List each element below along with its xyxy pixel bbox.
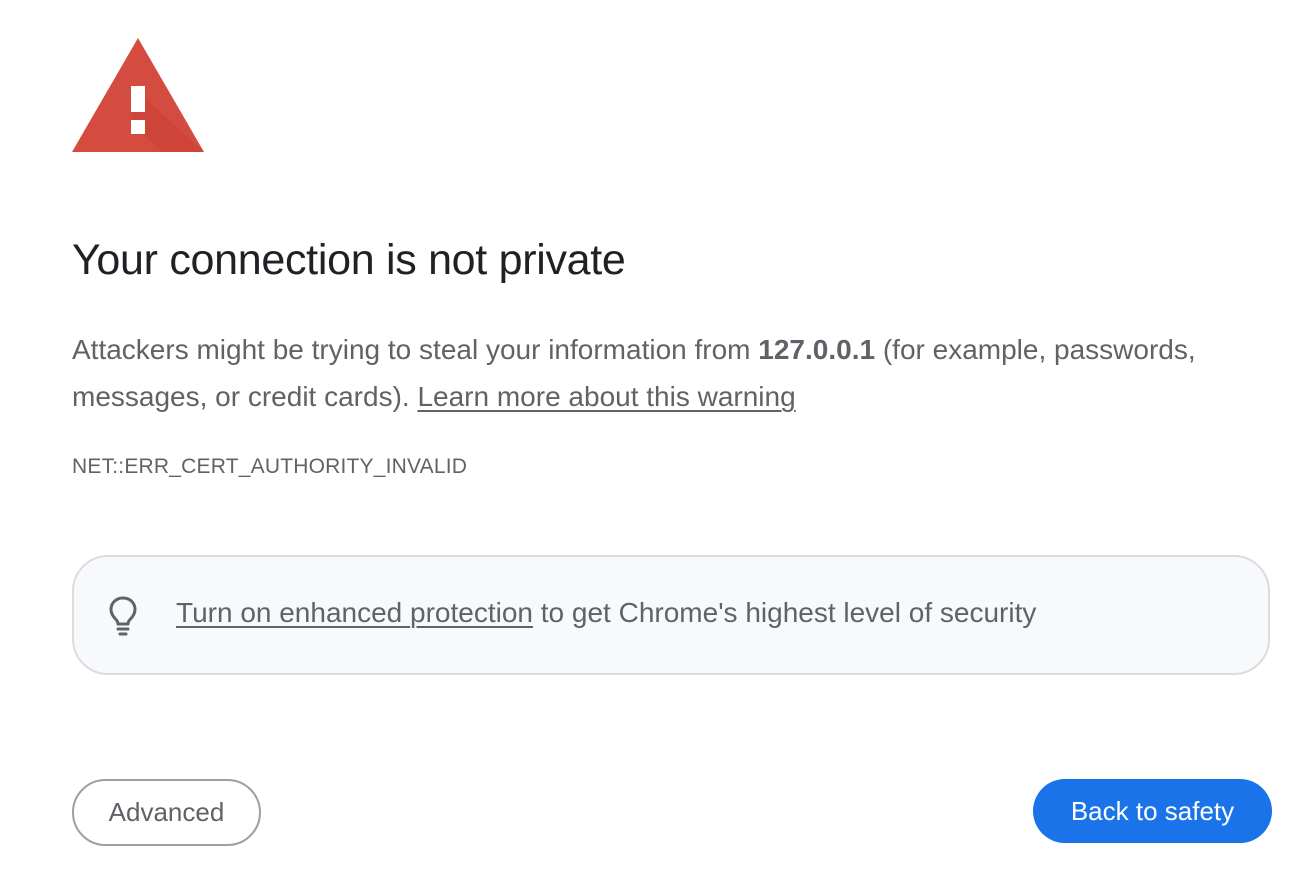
lightbulb-icon [109,596,137,636]
enhanced-protection-link[interactable]: Turn on enhanced protection [176,597,533,628]
error-code: NET::ERR_CERT_AUTHORITY_INVALID [72,455,468,478]
enhanced-protection-text: Turn on enhanced protection to get Chrom… [176,597,1036,629]
enhanced-protection-promo: Turn on enhanced protection to get Chrom… [72,555,1270,675]
host-name: 127.0.0.1 [758,334,876,365]
warning-description: Attackers might be trying to steal your … [72,326,1222,420]
security-interstitial-page: Your connection is not private Attackers… [0,0,1304,877]
back-to-safety-button[interactable]: Back to safety [1033,779,1272,843]
learn-more-link[interactable]: Learn more about this warning [417,381,795,412]
page-title: Your connection is not private [72,236,626,284]
advanced-button[interactable]: Advanced [72,779,261,846]
description-prefix: Attackers might be trying to steal your … [72,334,759,365]
warning-triangle-icon [72,38,204,152]
enhanced-protection-suffix: to get Chrome's highest level of securit… [533,597,1037,628]
